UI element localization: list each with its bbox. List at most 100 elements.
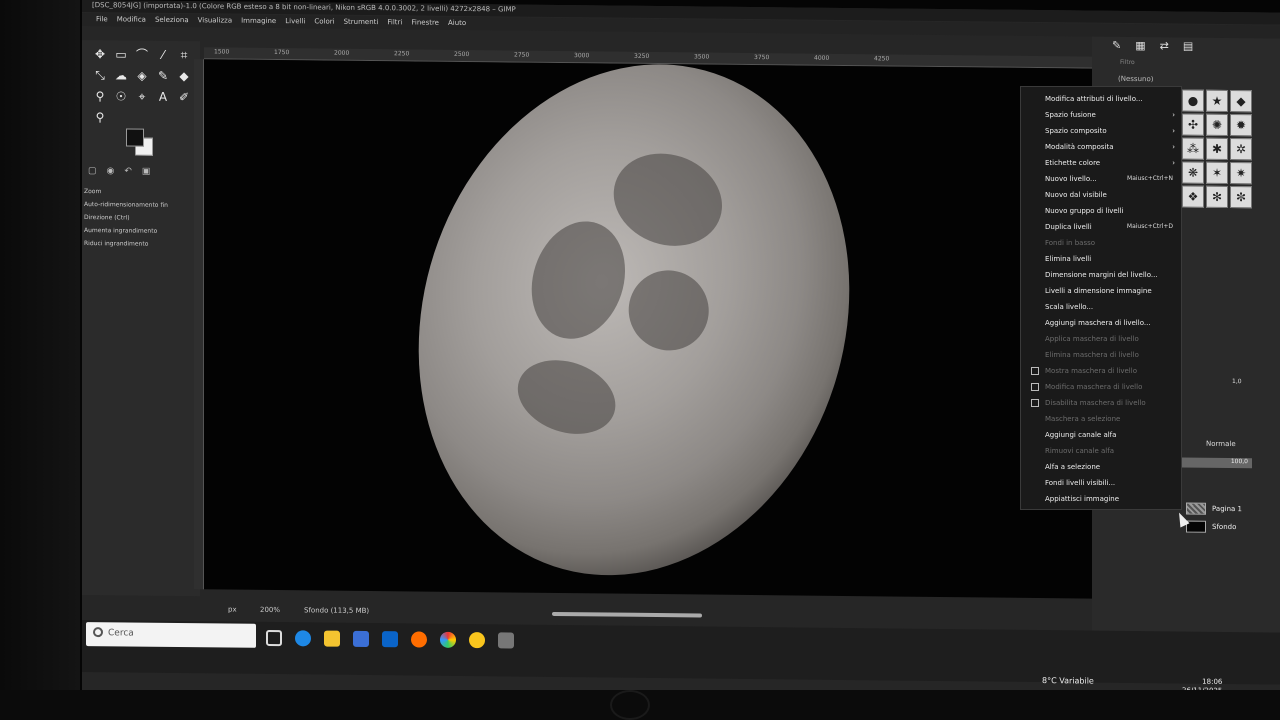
brushes-tab-icon[interactable]: ✎ [1112, 39, 1121, 52]
context-menu-item[interactable]: Spazio fusione › [1021, 107, 1181, 123]
photos-icon[interactable] [440, 631, 456, 648]
context-menu-item-label: Dimensione margini del livello... [1045, 271, 1158, 279]
menu-visualizza[interactable]: Visualizza [198, 16, 232, 25]
context-menu-item[interactable]: Dimensione margini del livello... [1021, 267, 1181, 283]
brush-item[interactable]: ✱ [1206, 137, 1228, 161]
clone-tool-icon[interactable]: ⚲ [90, 86, 110, 106]
smudge-tool-icon[interactable]: ☉ [111, 86, 131, 106]
brush-item[interactable]: ✣ [1182, 113, 1204, 136]
chrome-icon[interactable] [469, 632, 485, 649]
brush-item[interactable]: ◆ [1230, 90, 1252, 113]
brush-item[interactable]: ❋ [1182, 161, 1204, 184]
context-menu-item[interactable]: Spazio composito › [1021, 123, 1181, 139]
context-menu-item[interactable]: Modifica attributi di livello... [1021, 91, 1181, 107]
layer-opacity-slider[interactable]: 100,0 [1182, 457, 1252, 469]
foreground-color-swatch[interactable] [126, 128, 144, 147]
unit-select[interactable]: px [228, 606, 237, 614]
option-zoom-out[interactable]: Riduci ingrandimento [84, 237, 196, 251]
context-menu-item[interactable]: Modalità composita › [1021, 139, 1181, 155]
submenu-arrow-icon: › [1172, 159, 1175, 167]
context-menu-item[interactable]: Nuovo gruppo di livelli [1021, 203, 1181, 219]
firefox-icon[interactable] [411, 631, 427, 648]
task-view-icon[interactable] [266, 629, 282, 647]
context-menu-item: Elimina maschera di livello [1021, 347, 1181, 363]
search-icon [93, 627, 103, 638]
menu-colori[interactable]: Colori [314, 17, 334, 26]
zoom-select[interactable]: 200% [260, 606, 280, 614]
zoom-tool-icon[interactable]: ⚲ [90, 107, 110, 127]
color-picker-tool-icon[interactable]: ✐ [174, 87, 194, 107]
brush-item[interactable]: ✼ [1230, 186, 1252, 209]
context-menu-item[interactable]: Scala livello... [1021, 299, 1181, 315]
gimp-icon[interactable] [498, 632, 514, 649]
brush-item[interactable]: ✹ [1230, 114, 1252, 137]
context-menu-item[interactable]: Livelli a dimensione immagine [1021, 283, 1181, 299]
brush-item[interactable]: ● [1182, 89, 1204, 112]
option-zoom-in[interactable]: Aumenta ingrandimento [84, 224, 196, 238]
move-tool-icon[interactable]: ✥ [90, 44, 110, 64]
fg-bg-colors[interactable] [126, 128, 154, 156]
text-tool-icon[interactable]: A [153, 87, 173, 107]
transform-tool-icon[interactable]: ⤡ [90, 65, 110, 85]
brush-item[interactable]: ✷ [1230, 162, 1252, 185]
menu-livelli[interactable]: Livelli [285, 17, 305, 26]
brush-spacing-value[interactable]: 1,0 [1232, 378, 1242, 385]
outlook-icon[interactable] [382, 631, 398, 648]
layer-mode-select[interactable]: Normale [1206, 440, 1236, 448]
context-menu-item[interactable]: Duplica livelli Maiusc+Ctrl+D [1021, 219, 1181, 235]
fonts-tab-icon[interactable]: ⇄ [1160, 39, 1169, 52]
lasso-tool-icon[interactable]: ⌒ [132, 45, 152, 65]
gradients-tab-icon[interactable]: ▤ [1183, 40, 1193, 53]
menu-finestre[interactable]: Finestre [411, 18, 439, 27]
brush-item[interactable]: ✺ [1206, 113, 1228, 137]
paths-tool-icon[interactable]: ⌖ [132, 87, 152, 107]
brush-item[interactable]: ✻ [1206, 185, 1228, 209]
paintbrush-tool-icon[interactable]: ✎ [153, 66, 173, 86]
context-menu-item[interactable]: Etichette colore › [1021, 155, 1181, 171]
tool-options-tab-icon[interactable]: ▢ [88, 166, 97, 176]
brush-item[interactable]: ⁂ [1182, 137, 1204, 160]
context-menu-item[interactable]: Nuovo livello... Maiusc+Ctrl+N [1021, 171, 1181, 187]
context-menu-item[interactable]: Fondi livelli visibili... [1021, 475, 1181, 491]
bucket-fill-tool-icon[interactable]: ◈ [132, 66, 152, 86]
rect-select-tool-icon[interactable]: ▭ [111, 44, 131, 64]
menu-seleziona[interactable]: Seleziona [155, 16, 189, 25]
context-menu-item[interactable]: Aggiungi canale alfa [1021, 427, 1181, 443]
layer-row[interactable]: Pagina 1 [1186, 502, 1242, 517]
warp-tool-icon[interactable]: ☁ [111, 65, 131, 85]
eraser-tool-icon[interactable]: ◆ [174, 66, 194, 86]
menu-modifica[interactable]: Modifica [117, 15, 146, 24]
taskbar-search[interactable]: Cerca [86, 622, 256, 648]
menu-aiuto[interactable]: Aiuto [448, 19, 466, 28]
store-icon[interactable] [353, 630, 369, 648]
context-menu-item[interactable]: Appiattisci immagine [1021, 491, 1181, 507]
option-auto-resize[interactable]: Auto-ridimensionamento fin [84, 198, 196, 212]
patterns-tab-icon[interactable]: ▦ [1135, 39, 1145, 52]
brush-filter-input[interactable]: Filtro [1120, 59, 1135, 66]
file-explorer-icon[interactable] [324, 630, 340, 647]
brush-item[interactable]: ★ [1206, 89, 1228, 113]
brush-item[interactable]: ✲ [1230, 138, 1252, 161]
images-tab-icon[interactable]: ▣ [142, 167, 151, 177]
image-canvas[interactable] [204, 59, 1104, 599]
fuzzy-select-tool-icon[interactable]: ⁄ [153, 45, 173, 65]
menu-immagine[interactable]: Immagine [241, 17, 276, 26]
crop-tool-icon[interactable]: ⌗ [174, 45, 194, 65]
vertical-ruler[interactable] [194, 59, 204, 590]
menu-file[interactable]: File [96, 15, 108, 24]
context-menu-item[interactable]: Alfa a selezione [1021, 459, 1181, 475]
layer-row[interactable]: Sfondo [1186, 520, 1236, 535]
menu-strumenti[interactable]: Strumenti [344, 18, 379, 27]
menu-filtri[interactable]: Filtri [387, 18, 402, 27]
weather-widget[interactable]: 8°C Variabile [1042, 676, 1094, 686]
edge-icon[interactable] [295, 630, 311, 647]
brush-item[interactable]: ❖ [1182, 185, 1204, 208]
ruler-tick-label: 4250 [874, 55, 890, 63]
brush-item[interactable]: ✶ [1206, 161, 1228, 185]
context-menu-item[interactable]: Aggiungi maschera di livello... [1021, 315, 1181, 331]
undo-history-tab-icon[interactable]: ↶ [124, 166, 132, 176]
context-menu-item[interactable]: Elimina livelli [1021, 251, 1181, 267]
context-menu-item-label: Alfa a selezione [1045, 463, 1101, 471]
context-menu-item[interactable]: Nuovo dal visibile [1021, 187, 1181, 203]
device-status-tab-icon[interactable]: ◉ [107, 166, 115, 176]
